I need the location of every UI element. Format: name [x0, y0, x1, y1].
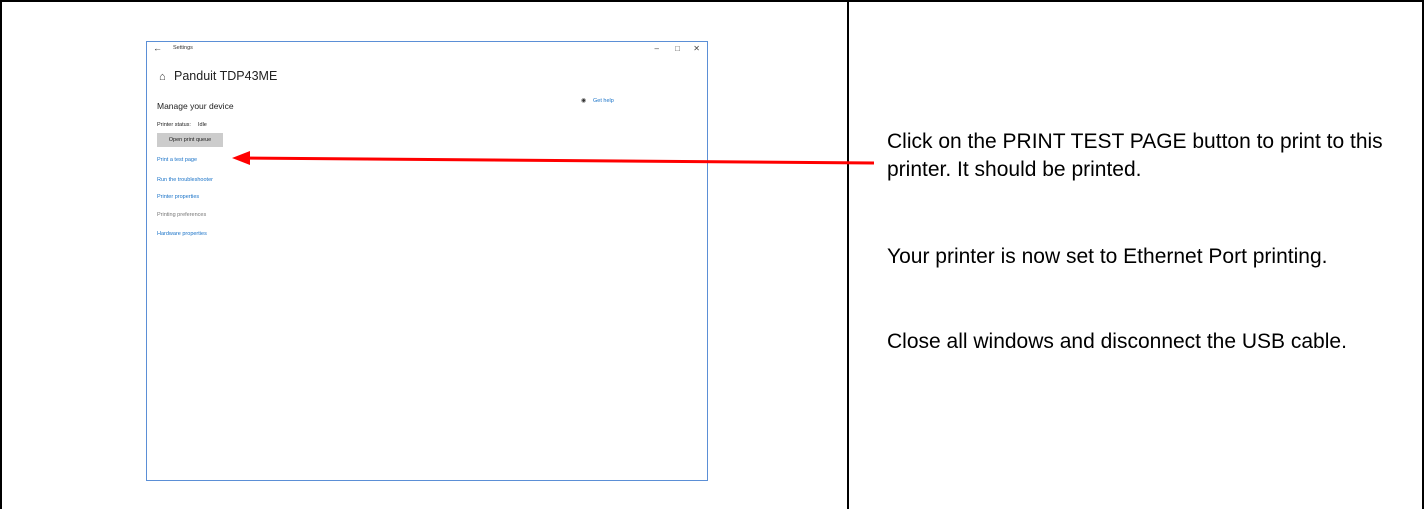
arrow-head [232, 151, 250, 165]
instruction-paragraph-3: Close all windows and disconnect the USB… [887, 330, 1347, 353]
instruction-paragraph-2: Your printer is now set to Ethernet Port… [887, 245, 1328, 268]
arrow-line [237, 156, 875, 165]
instruction-paragraph-1: Click on the PRINT TEST PAGE button to p… [887, 130, 1383, 181]
